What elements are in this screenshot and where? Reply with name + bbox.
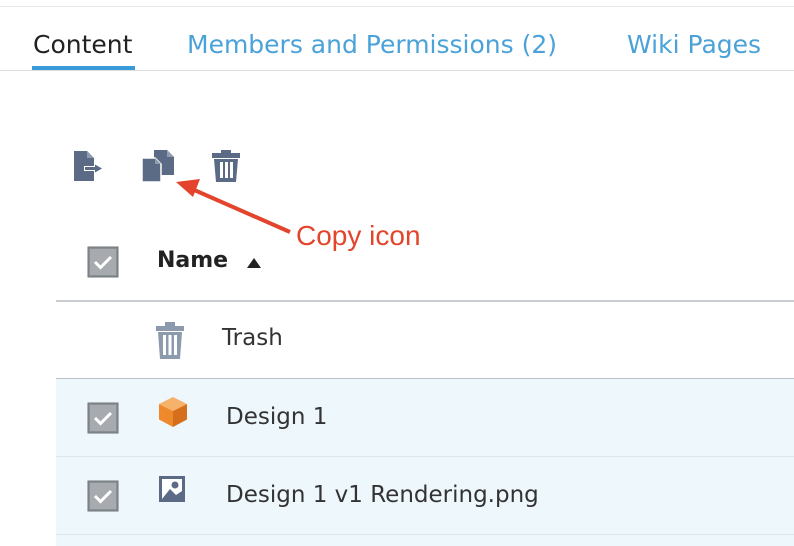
trash-folder-icon — [155, 322, 185, 364]
row-label[interactable]: Trash — [222, 323, 283, 353]
row-label[interactable]: Design 1 — [226, 402, 327, 432]
row-checkbox[interactable] — [87, 402, 119, 434]
row-label[interactable]: Design 1 v1 Rendering.png — [226, 480, 539, 510]
column-header-name[interactable]: Name — [157, 246, 228, 276]
sort-ascending-icon[interactable] — [247, 258, 261, 268]
select-all-checkbox[interactable] — [87, 246, 119, 278]
table-row[interactable] — [56, 535, 794, 546]
table-row[interactable]: Design 1 — [56, 379, 794, 457]
table-row[interactable]: Design 1 v1 Rendering.png — [56, 457, 794, 535]
image-file-icon — [158, 475, 186, 507]
table-row[interactable]: Trash — [56, 302, 794, 379]
annotation-label: Copy icon — [296, 220, 421, 251]
3d-model-icon — [157, 396, 189, 432]
row-checkbox[interactable] — [87, 480, 119, 512]
